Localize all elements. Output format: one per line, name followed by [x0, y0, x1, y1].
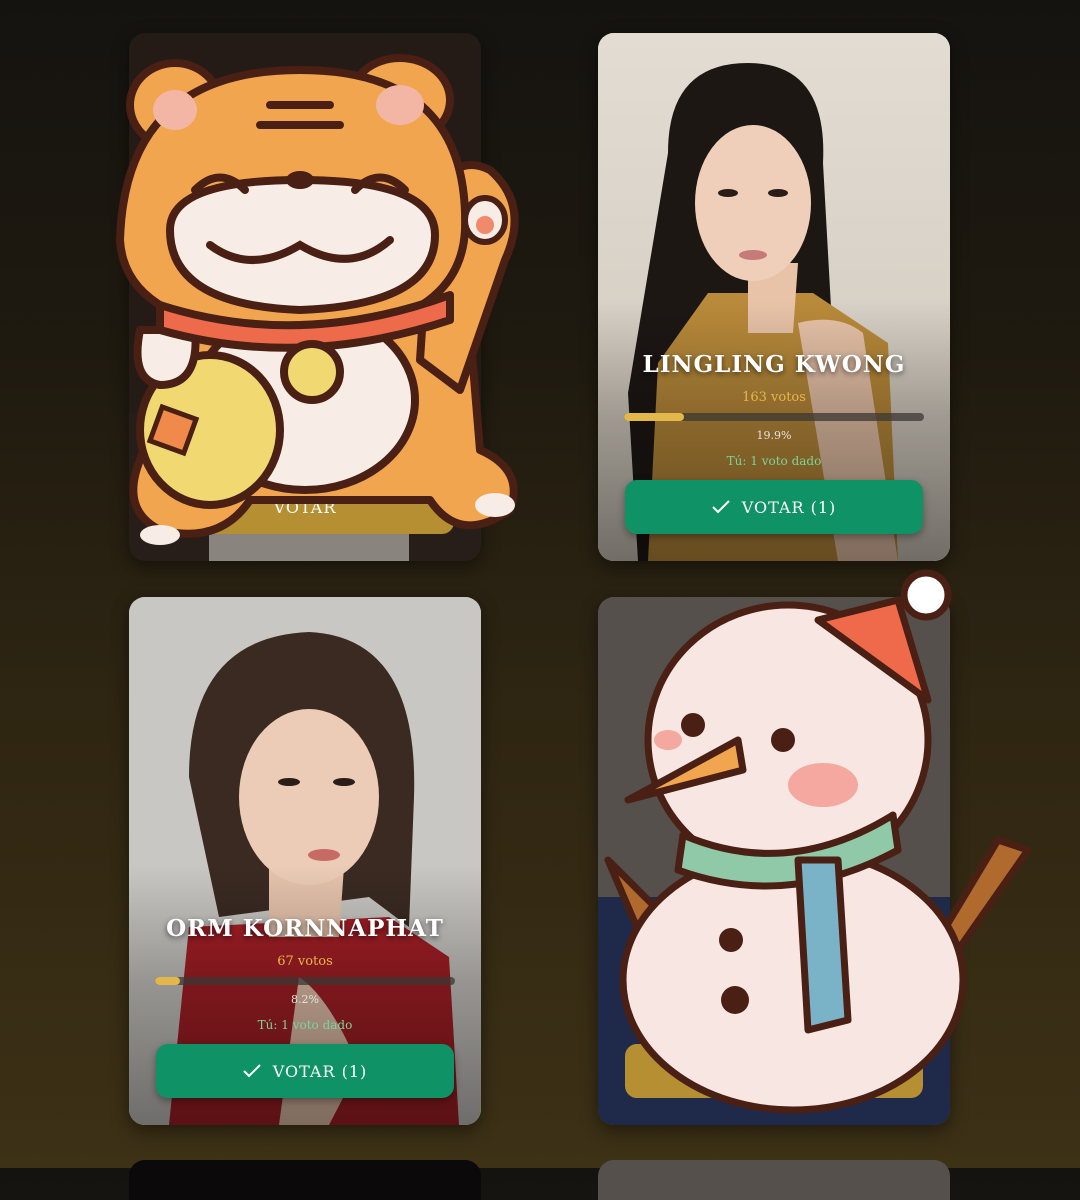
snowman-sticker: [604, 569, 1032, 1114]
candidate-card-5: [129, 1160, 481, 1200]
vote-progress-bar: [624, 413, 924, 421]
check-icon: [243, 1064, 261, 1078]
vote-progress-bar: [155, 977, 455, 985]
votes-given: Tú: 1 voto dado: [726, 454, 822, 468]
votes-given: Tú: 1 voto dado: [257, 1018, 353, 1032]
vote-count: 67 votos: [277, 954, 333, 969]
vote-progress-fill: [624, 413, 684, 421]
vote-progress-fill: [155, 977, 180, 985]
vote-button-label: VOTAR (1): [741, 497, 837, 517]
vote-percent: 19.9%: [756, 429, 792, 442]
check-icon: [712, 500, 730, 514]
candidate-name: LINGLING KWONG: [642, 351, 906, 378]
tiger-sticker: [116, 54, 519, 545]
candidate-info-orm: ORM KORNNAPHAT 67 votos 8.2% Tú: 1 voto …: [129, 915, 481, 1032]
candidate-card-lingling: LINGLING KWONG 163 votos 19.9% Tú: 1 vot…: [598, 33, 950, 561]
candidate-name: ORM KORNNAPHAT: [166, 915, 444, 942]
vote-count: 163 votos: [742, 390, 806, 405]
vote-button-lingling[interactable]: VOTAR (1): [625, 480, 923, 534]
vote-button-orm[interactable]: VOTAR (1): [156, 1044, 454, 1098]
vote-percent: 8.2%: [291, 993, 319, 1006]
candidate-card-orm: ORM KORNNAPHAT 67 votos 8.2% Tú: 1 voto …: [129, 597, 481, 1125]
candidate-card-6: [598, 1160, 950, 1200]
candidate-info-lingling: LINGLING KWONG 163 votos 19.9% Tú: 1 vot…: [598, 351, 950, 468]
vote-button-label: VOTAR (1): [272, 1061, 368, 1081]
